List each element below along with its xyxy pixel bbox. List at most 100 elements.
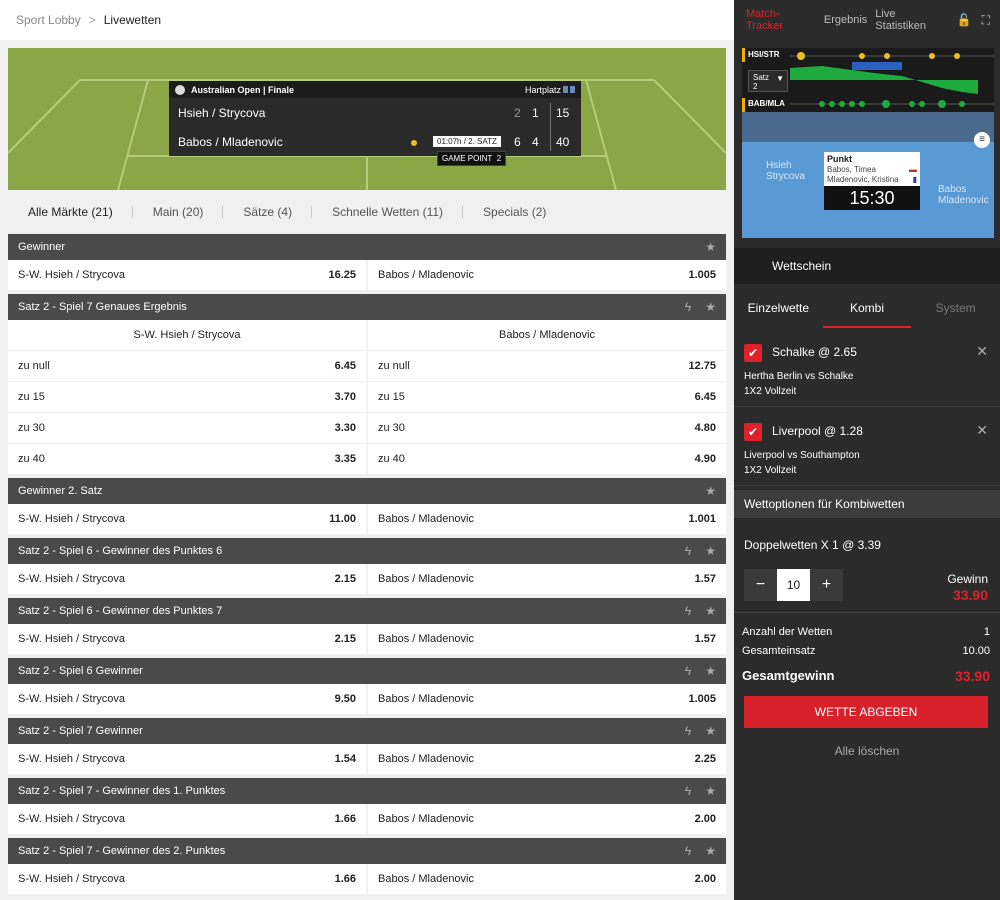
odds-button[interactable]: zu null 6.45 [8, 351, 366, 381]
tab-alle-maerkte[interactable]: Alle Märkte (21) [8, 205, 133, 219]
odds-value: 2.15 [334, 573, 356, 585]
odds-value: 1.66 [334, 873, 356, 885]
tab-kombi[interactable]: Kombi [822, 288, 912, 328]
lightning-icon: ϟ [684, 544, 692, 558]
market-header[interactable]: Satz 2 - Spiel 7 Gewinner ϟ ★ [8, 718, 726, 744]
column-team2: Babos / Mladenovic [368, 320, 726, 350]
odds-button[interactable]: Babos / Mladenovic 1.001 [368, 504, 726, 534]
fullscreen-icon[interactable]: ⛶ [982, 13, 990, 28]
tab-schnelle-wetten[interactable]: Schnelle Wetten (11) [312, 205, 464, 219]
player1-name: Babos, Timea [827, 165, 876, 174]
odds-button[interactable]: S-W. Hsieh / Strycova 1.54 [8, 744, 366, 774]
odds-value: 1.54 [334, 753, 356, 765]
market-header[interactable]: Gewinner ★ [8, 234, 726, 260]
odds-button[interactable]: zu 40 4.90 [368, 444, 726, 474]
outcome-label: Babos / Mladenovic [378, 753, 474, 765]
market-title: Satz 2 - Spiel 6 - Gewinner des Punktes … [18, 605, 223, 617]
plus-button[interactable]: + [810, 569, 843, 601]
lightning-icon: ϟ [684, 724, 692, 738]
odds-button[interactable]: S-W. Hsieh / Strycova 16.25 [8, 260, 366, 290]
tab-ergebnis[interactable]: Ergebnis [824, 14, 867, 26]
odds-value: 6.45 [334, 360, 356, 372]
market-header[interactable]: Satz 2 - Spiel 6 Gewinner ϟ ★ [8, 658, 726, 684]
market-tabs: Alle Märkte (21) Main (20) Sätze (4) Sch… [8, 196, 726, 228]
bet-item: ✔ Liverpool @ 1.28 ✕ Liverpool vs Southa… [734, 412, 1000, 486]
odds-button[interactable]: Babos / Mladenovic 1.57 [368, 624, 726, 654]
tab-saetze[interactable]: Sätze (4) [223, 205, 313, 219]
place-bet-button[interactable]: WETTE ABGEBEN [744, 696, 988, 728]
odds-button[interactable]: S-W. Hsieh / Strycova 1.66 [8, 804, 366, 834]
outcome-label: zu 30 [378, 422, 405, 434]
star-icon[interactable]: ★ [705, 844, 716, 858]
market-header[interactable]: Satz 2 - Spiel 6 - Gewinner des Punktes … [8, 538, 726, 564]
star-icon[interactable]: ★ [705, 300, 716, 314]
odds-button[interactable]: zu null 12.75 [368, 351, 726, 381]
star-icon[interactable]: ★ [705, 664, 716, 678]
tournament-name: Australian Open | Finale [191, 84, 295, 95]
star-icon[interactable]: ★ [705, 484, 716, 498]
outcome-label: zu null [378, 360, 410, 372]
tab-system[interactable]: System [911, 288, 1000, 328]
star-icon[interactable]: ★ [705, 784, 716, 798]
odds-value: 1.57 [694, 573, 716, 585]
market-title: Gewinner [18, 241, 66, 253]
menu-icon[interactable]: ≡ [974, 132, 990, 148]
odds-button[interactable]: S-W. Hsieh / Strycova 2.15 [8, 624, 366, 654]
minus-button[interactable]: − [744, 569, 777, 601]
odds-button[interactable]: S-W. Hsieh / Strycova 1.66 [8, 864, 366, 894]
einsatz-value: 10.00 [962, 645, 990, 657]
odds-button[interactable]: Babos / Mladenovic 1.005 [368, 684, 726, 714]
breadcrumb-sport-lobby[interactable]: Sport Lobby [16, 13, 81, 27]
tracker-tabs: Match-Tracker Ergebnis Live Statistiken … [734, 0, 1000, 40]
clear-all-link[interactable]: Alle löschen [734, 744, 1000, 758]
market-header[interactable]: Satz 2 - Spiel 6 - Gewinner des Punktes … [8, 598, 726, 624]
gesamtgewinn-value: 33.90 [954, 668, 990, 684]
market-header[interactable]: Satz 2 - Spiel 7 - Gewinner des 2. Punkt… [8, 838, 726, 864]
odds-button[interactable]: S-W. Hsieh / Strycova 9.50 [8, 684, 366, 714]
odds-button[interactable]: zu 40 3.35 [8, 444, 366, 474]
market-title: Satz 2 - Spiel 6 Gewinner [18, 665, 143, 677]
set-selector[interactable]: Satz 2 ▼ [748, 70, 788, 92]
odds-button[interactable]: zu 30 4.80 [368, 413, 726, 443]
tab-specials[interactable]: Specials (2) [463, 205, 566, 219]
market-header[interactable]: Satz 2 - Spiel 7 - Gewinner des 1. Punkt… [8, 778, 726, 804]
lock-icon[interactable]: 🔓 [957, 13, 972, 28]
odds-button[interactable]: Babos / Mladenovic 1.57 [368, 564, 726, 594]
stake-input[interactable]: 10 [777, 569, 810, 601]
bet-checkbox[interactable]: ✔ [744, 423, 762, 441]
odds-button[interactable]: S-W. Hsieh / Strycova 11.00 [8, 504, 366, 534]
odds-button[interactable]: Babos / Mladenovic 2.25 [368, 744, 726, 774]
close-icon[interactable]: ✕ [976, 343, 988, 360]
tracker-label-team1: HSI/STR [748, 50, 780, 59]
star-icon[interactable]: ★ [705, 724, 716, 738]
bet-checkbox[interactable]: ✔ [744, 344, 762, 362]
market-header[interactable]: Satz 2 - Spiel 7 Genaues Ergebnis ϟ ★ [8, 294, 726, 320]
odds-button[interactable]: zu 30 3.30 [8, 413, 366, 443]
star-icon[interactable]: ★ [705, 604, 716, 618]
odds-value: 2.00 [694, 813, 716, 825]
doppelwetten-line: Doppelwetten X 1 @ 3.39 [744, 538, 881, 552]
star-icon[interactable]: ★ [705, 544, 716, 558]
crowd-backdrop [742, 112, 994, 142]
tab-match-tracker[interactable]: Match-Tracker [746, 8, 816, 32]
outcome-label: S-W. Hsieh / Strycova [18, 573, 125, 585]
odds-button[interactable]: Babos / Mladenovic 1.005 [368, 260, 726, 290]
tab-einzelwette[interactable]: Einzelwette [734, 288, 823, 328]
market-header[interactable]: Gewinner 2. Satz ★ [8, 478, 726, 504]
odds-button[interactable]: Babos / Mladenovic 2.00 [368, 804, 726, 834]
tracker-label-team2: BAB/MLA [748, 99, 785, 108]
bet-market-type: 1X2 Vollzeit [744, 465, 797, 476]
tennis-court-visual: Australian Open | Finale Hartplatz Hsieh… [8, 48, 726, 190]
odds-button[interactable]: S-W. Hsieh / Strycova 2.15 [8, 564, 366, 594]
close-icon[interactable]: ✕ [976, 422, 988, 439]
odds-button[interactable]: zu 15 3.70 [8, 382, 366, 412]
odds-button[interactable]: Babos / Mladenovic 2.00 [368, 864, 726, 894]
odds-row: S-W. Hsieh / Strycova 1.66 Babos / Mladen… [8, 864, 726, 894]
sidebar-panel: Match-Tracker Ergebnis Live Statistiken … [734, 0, 1000, 900]
point-card-title: Punkt [827, 154, 853, 164]
game-point-number: 2 [496, 154, 502, 163]
tab-main[interactable]: Main (20) [133, 205, 224, 219]
odds-button[interactable]: zu 15 6.45 [368, 382, 726, 412]
star-icon[interactable]: ★ [705, 240, 716, 254]
tab-live-statistiken[interactable]: Live Statistiken [875, 8, 948, 32]
